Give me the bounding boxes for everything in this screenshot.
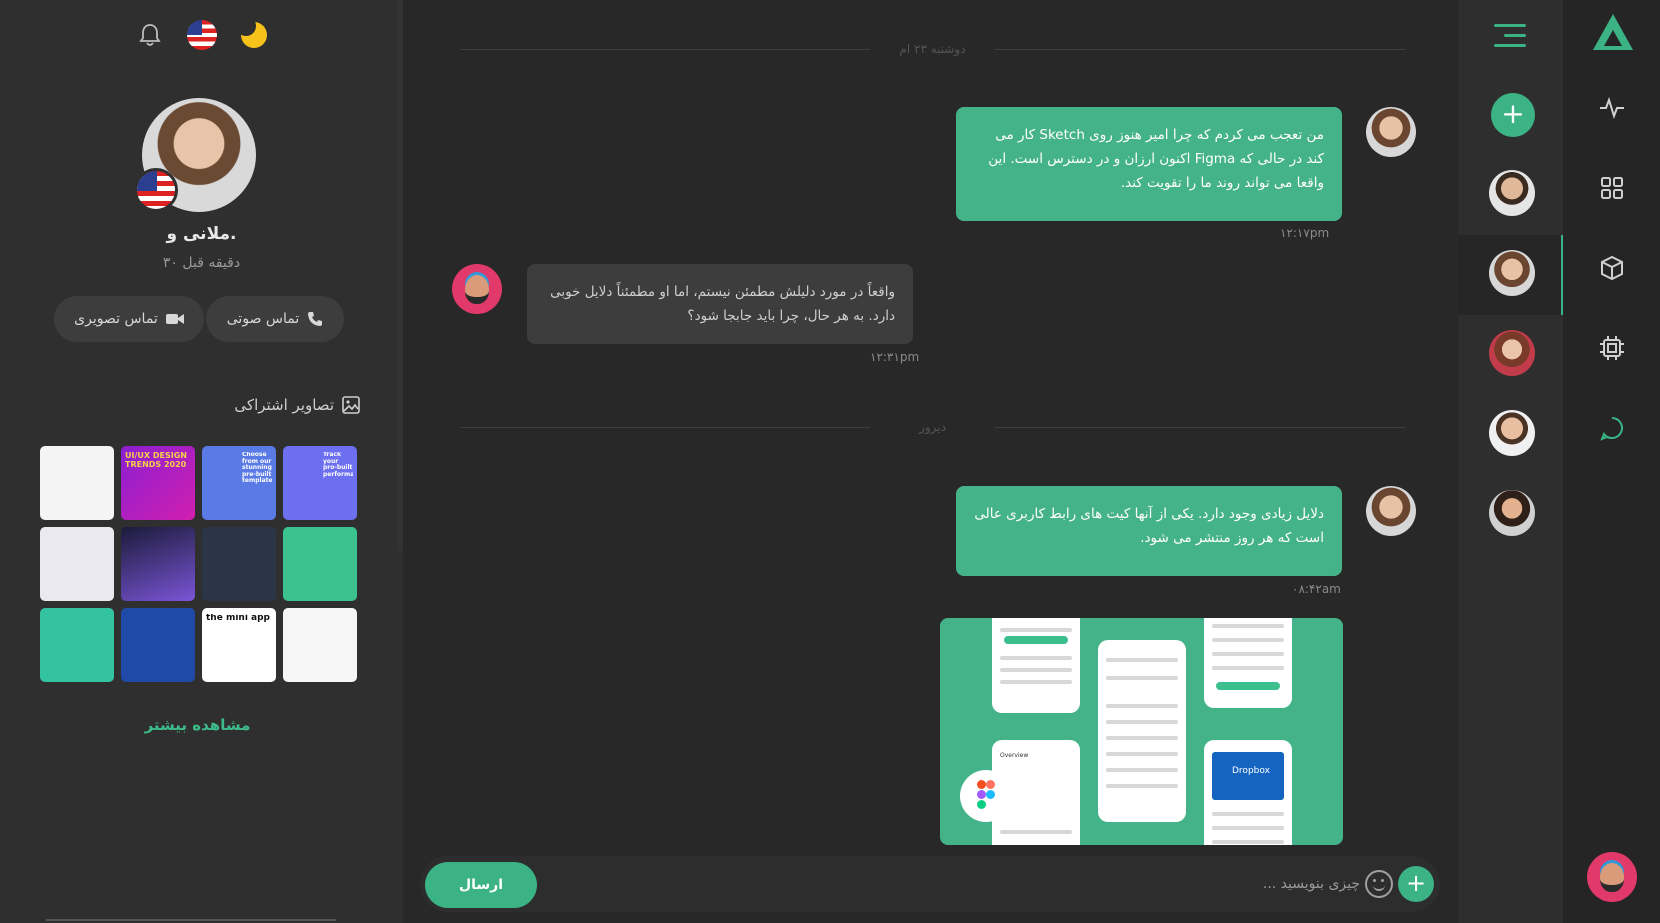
shared-image-thumb[interactable] <box>202 527 276 601</box>
app-logo-icon <box>1593 14 1633 50</box>
menu-icon[interactable] <box>1494 24 1526 48</box>
contact-avatar[interactable] <box>452 264 502 314</box>
nav-rail <box>1563 0 1660 923</box>
send-button[interactable]: ارسال <box>425 862 537 908</box>
message-bubble-incoming: واقعاً در مورد دلیلش مطمئن نیستم، اما او… <box>527 264 913 344</box>
contact-item[interactable] <box>1458 475 1563 555</box>
message-time: ۰۸:۴۲am <box>1292 582 1341 596</box>
day-separator: دیروز <box>460 420 1405 434</box>
day-label: دوشنبه ۲۳ ام <box>899 42 966 56</box>
day-separator: دوشنبه ۲۳ ام <box>460 42 1405 56</box>
video-call-button[interactable]: تماس تصویری <box>54 296 204 342</box>
day-label: دیروز <box>919 420 946 434</box>
contact-avatar <box>1489 250 1535 296</box>
contact-item-active[interactable] <box>1458 235 1563 315</box>
phone-icon <box>308 312 323 326</box>
cube-icon[interactable] <box>1598 254 1626 282</box>
activity-icon[interactable] <box>1598 94 1626 122</box>
call-buttons: تماس صوتی تماس تصویری <box>54 296 344 342</box>
shared-image-thumb[interactable] <box>283 527 357 601</box>
contact-avatar <box>1489 170 1535 216</box>
shared-images-gallery: UI/UX DESIGN TRENDS 2020 Choose from our… <box>40 446 358 682</box>
mockup-phone <box>992 618 1080 713</box>
message-time: ۱۲:۱۷pm <box>1280 226 1330 240</box>
shared-image-thumb[interactable]: Track your pro-built performance <box>283 446 357 520</box>
attach-plus-button[interactable]: + <box>1398 866 1434 902</box>
divider <box>46 919 336 921</box>
see-more-link[interactable]: مشاهده بیشتر <box>0 716 395 734</box>
mockup-phone <box>1098 640 1186 822</box>
contact-item[interactable] <box>1458 315 1563 395</box>
voice-call-label: تماس صوتی <box>226 311 300 327</box>
current-user-avatar[interactable] <box>1587 852 1637 902</box>
shared-image-thumb[interactable] <box>283 608 357 682</box>
profile-last-seen: ۳۰ دقیقه قبل <box>162 255 241 271</box>
sender-avatar[interactable] <box>1366 486 1416 536</box>
contact-avatar <box>1489 490 1535 536</box>
mockup-phone <box>1204 618 1292 708</box>
bell-icon[interactable] <box>135 20 165 50</box>
figma-logo-icon <box>960 770 1012 822</box>
mockup-phone: Dropbox <box>1204 740 1292 845</box>
image-icon <box>342 396 360 414</box>
contacts-column: + <box>1458 0 1563 923</box>
image-message[interactable]: Overview Dropbox <box>940 618 1343 845</box>
shared-image-thumb[interactable] <box>40 446 114 520</box>
grid-icon[interactable] <box>1598 174 1626 202</box>
message-bubble-outgoing: من تعجب می کردم که چرا امیر هنوز روی Ske… <box>956 107 1342 221</box>
shared-image-thumb[interactable]: the mini app <box>202 608 276 682</box>
message-time: ۱۲:۳۱pm <box>870 350 920 364</box>
emoji-icon[interactable] <box>1365 870 1393 898</box>
shared-image-thumb[interactable] <box>121 608 195 682</box>
moon-icon[interactable] <box>236 16 269 50</box>
top-icons <box>135 16 269 50</box>
shared-image-thumb[interactable]: UI/UX DESIGN TRENDS 2020 <box>121 446 195 520</box>
new-chat-button[interactable]: + <box>1491 93 1535 137</box>
chat-icon[interactable] <box>1598 414 1626 442</box>
shared-image-thumb[interactable] <box>40 527 114 601</box>
shared-image-thumb[interactable] <box>121 527 195 601</box>
message-bubble-outgoing: دلایل زیادی وجود دارد. یکی از آنها کیت ه… <box>956 486 1342 576</box>
shared-image-thumb[interactable]: Choose from our stunning pre-built templ… <box>202 446 276 520</box>
voice-call-button[interactable]: تماس صوتی <box>206 296 344 342</box>
contact-info-panel: ملانی و. ۳۰ دقیقه قبل تماس صوتی تماس تصو… <box>0 0 403 923</box>
sender-avatar[interactable] <box>1366 107 1416 157</box>
contact-avatar <box>1489 410 1535 456</box>
profile-name: ملانی و. <box>166 224 237 244</box>
chip-icon[interactable] <box>1598 334 1626 362</box>
contact-item[interactable] <box>1458 395 1563 475</box>
message-input[interactable] <box>560 868 1360 900</box>
shared-image-thumb[interactable] <box>40 608 114 682</box>
contact-avatar <box>1489 330 1535 376</box>
video-camera-icon <box>165 314 184 324</box>
video-call-label: تماس تصویری <box>74 311 158 327</box>
shared-images-heading: تصاویر اشتراکی <box>230 396 360 414</box>
profile-flag-icon <box>134 168 178 212</box>
contact-item[interactable] <box>1458 155 1563 235</box>
shared-images-title: تصاویر اشتراکی <box>234 396 334 414</box>
us-flag-icon[interactable] <box>187 20 217 50</box>
